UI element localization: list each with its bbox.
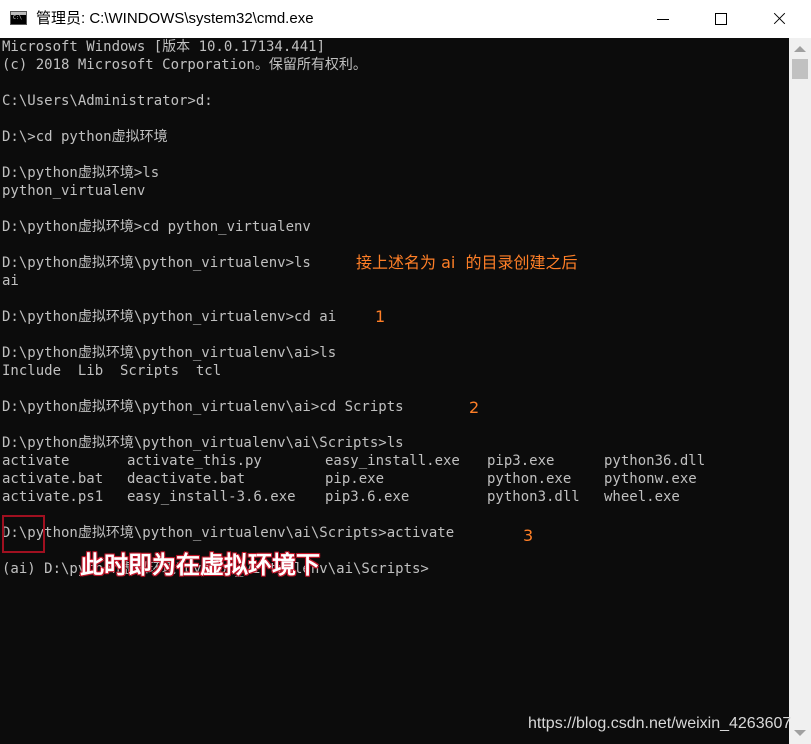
console-line: D:\python虚拟环境\python_virtualenv\ai\Scrip… [2,525,455,541]
console-line: python_virtualenv [2,183,146,199]
watermark: https://blog.csdn.net/weixin_4263607 [528,715,792,732]
cmd-console-icon[interactable] [10,11,27,25]
console-line: (c) 2018 Microsoft Corporation。保留所有权利。 [2,57,367,73]
vertical-scrollbar[interactable] [789,38,811,744]
annotation-step-3: 3 [523,526,534,545]
maximize-icon[interactable] [698,0,744,38]
console-line: D:\python虚拟环境\python_virtualenv>ls [2,255,311,271]
minimize-icon[interactable] [640,0,686,38]
file-entry: easy_install-3.6.exe [127,489,296,505]
file-entry: wheel.exe [604,489,680,505]
console-line: D:\>cd python虚拟环境 [2,129,168,145]
virtual-env-note: 此时即为在虚拟环境下 [80,551,320,579]
annotation-note: 接上述名为 ai 的目录创建之后 [356,253,578,272]
file-entry: python36.dll [604,453,706,469]
file-entry: activate_this.py [127,453,262,469]
scroll-down-icon[interactable] [794,730,806,736]
file-entry: python3.dll [487,489,580,505]
scroll-thumb[interactable] [792,59,808,79]
file-entry: activate.bat [2,471,104,487]
file-entry: deactivate.bat [127,471,246,487]
annotation-step-2: 2 [469,398,480,417]
window-title: 管理员: C:\WINDOWS\system32\cmd.exe [36,10,314,27]
title-bar: 管理员: C:\WINDOWS\system32\cmd.exe [0,0,811,38]
file-entry: pip3.exe [487,453,555,469]
annotation-step-1: 1 [375,307,386,326]
file-entry: pythonw.exe [604,471,697,487]
console-line: D:\python虚拟环境\python_virtualenv\ai\Scrip… [2,435,404,451]
console-line: ai [2,273,19,289]
file-entry: pip3.6.exe [325,489,410,505]
file-entry: pip.exe [325,471,385,487]
file-entry: activate [2,453,70,469]
close-icon[interactable] [756,0,802,38]
console-line: D:\python虚拟环境>cd python_virtualenv [2,219,311,235]
file-entry: python.exe [487,471,572,487]
console-line: D:\python虚拟环境\python_virtualenv\ai>cd Sc… [2,399,404,415]
console-line: D:\python虚拟环境\python_virtualenv>cd ai [2,309,337,325]
console-output[interactable]: Microsoft Windows [版本 10.0.17134.441] (c… [0,38,789,744]
env-highlight-box [2,515,45,553]
console-line: Include Lib Scripts tcl [2,363,222,379]
console-line: Microsoft Windows [版本 10.0.17134.441] [2,39,326,55]
console-line: D:\python虚拟环境>ls [2,165,160,181]
file-entry: activate.ps1 [2,489,104,505]
console-line: D:\python虚拟环境\python_virtualenv\ai>ls [2,345,337,361]
scroll-up-icon[interactable] [794,46,806,52]
console-line: C:\Users\Administrator>d: [2,93,213,109]
file-entry: easy_install.exe [325,453,460,469]
